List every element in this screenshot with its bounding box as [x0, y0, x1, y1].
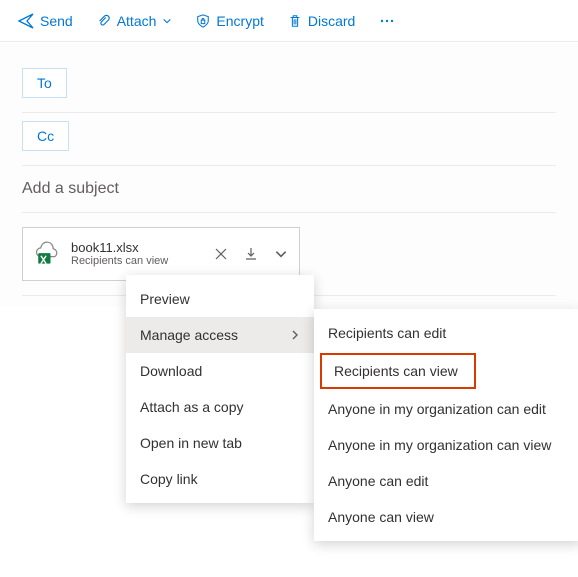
menu-preview[interactable]: Preview	[126, 281, 314, 317]
send-button[interactable]: Send	[8, 9, 83, 33]
menu-attach-as-copy[interactable]: Attach as a copy	[126, 389, 314, 425]
compose-area: To Cc book11.xlsx Recipients can view	[0, 42, 578, 306]
toolbar: Send Attach Encrypt Discard	[0, 0, 578, 42]
paperclip-icon	[97, 14, 111, 28]
submenu-org-edit[interactable]: Anyone in my organization can edit	[314, 391, 578, 427]
discard-label: Discard	[308, 13, 355, 29]
attachment-remove[interactable]	[211, 247, 231, 261]
encrypt-button[interactable]: Encrypt	[186, 9, 273, 33]
chevron-down-icon	[162, 16, 172, 26]
to-row: To	[22, 60, 556, 113]
manage-access-submenu: Recipients can edit Recipients can view …	[314, 309, 578, 541]
attachment-card[interactable]: book11.xlsx Recipients can view	[22, 227, 300, 281]
attachment-text: book11.xlsx Recipients can view	[71, 240, 201, 269]
excel-cloud-icon	[33, 240, 61, 268]
more-button[interactable]	[369, 9, 405, 33]
attach-button[interactable]: Attach	[87, 9, 183, 33]
encrypt-label: Encrypt	[216, 13, 263, 29]
submenu-org-view[interactable]: Anyone in my organization can view	[314, 427, 578, 463]
submenu-anyone-view[interactable]: Anyone can view	[314, 499, 578, 535]
send-label: Send	[40, 13, 73, 29]
shield-icon	[196, 14, 210, 28]
attachment-area: book11.xlsx Recipients can view Preview …	[22, 213, 556, 296]
send-icon	[18, 13, 34, 29]
menu-manage-access[interactable]: Manage access	[126, 317, 314, 353]
subject-input[interactable]	[22, 166, 556, 213]
submenu-recipients-view[interactable]: Recipients can view	[320, 353, 476, 389]
menu-copy-link[interactable]: Copy link	[126, 461, 314, 497]
discard-button[interactable]: Discard	[278, 9, 365, 33]
menu-open-new-tab[interactable]: Open in new tab	[126, 425, 314, 461]
attachment-status: Recipients can view	[71, 255, 201, 268]
attachment-name: book11.xlsx	[71, 240, 201, 256]
menu-download[interactable]: Download	[126, 353, 314, 389]
chevron-right-icon	[290, 327, 300, 343]
trash-icon	[288, 14, 302, 28]
attachment-download[interactable]	[241, 247, 261, 261]
submenu-recipients-edit[interactable]: Recipients can edit	[314, 315, 578, 351]
cc-row: Cc	[22, 113, 556, 166]
attachment-menu-button[interactable]	[271, 247, 291, 261]
submenu-anyone-edit[interactable]: Anyone can edit	[314, 463, 578, 499]
to-button[interactable]: To	[22, 68, 67, 98]
attach-label: Attach	[117, 13, 157, 29]
attachment-context-menu: Preview Manage access Download Attach as…	[126, 275, 314, 503]
cc-button[interactable]: Cc	[22, 121, 69, 151]
ellipsis-icon	[379, 13, 395, 29]
